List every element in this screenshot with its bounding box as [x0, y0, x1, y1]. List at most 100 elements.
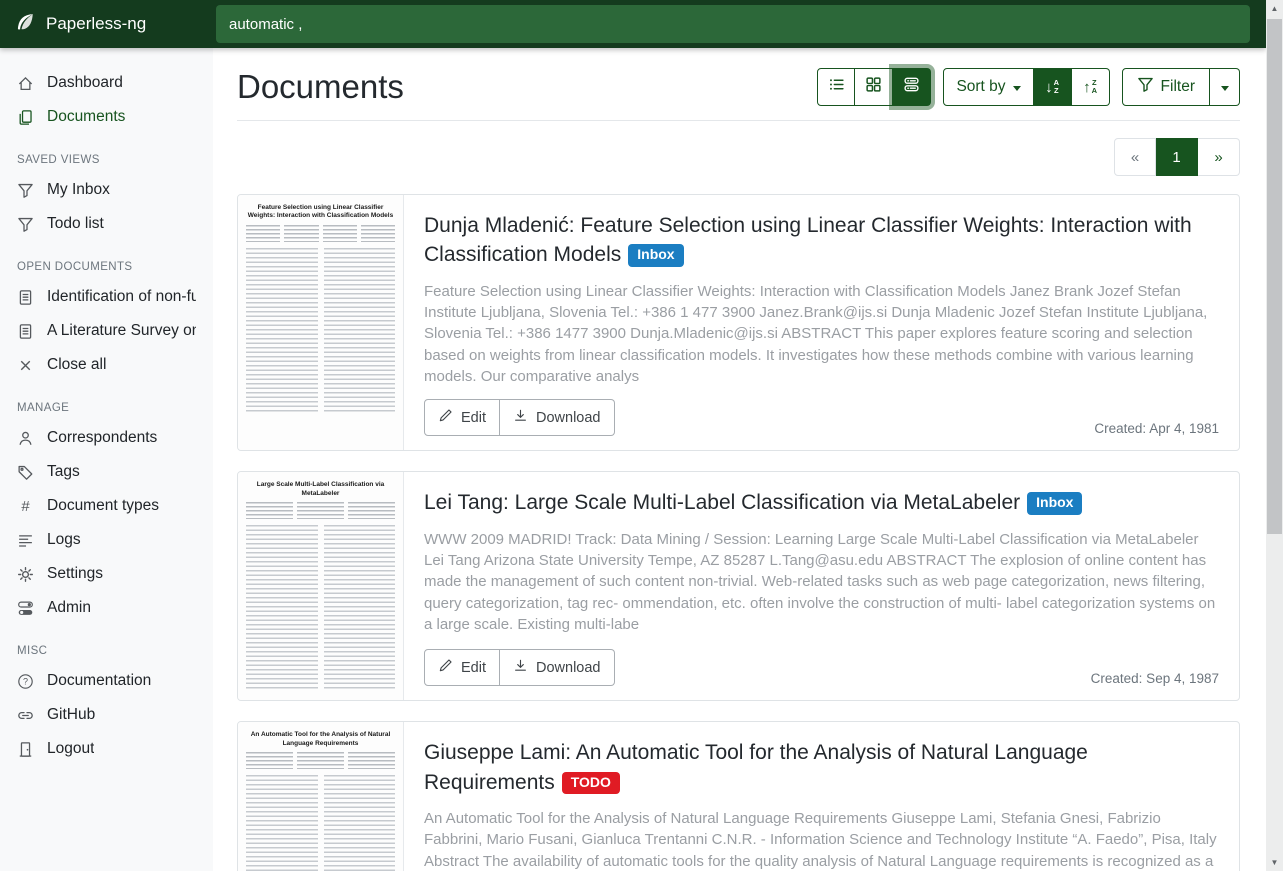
document-card: Large Scale Multi-Label Classification v… — [237, 471, 1240, 701]
thumbnail-title: Large Scale Multi-Label Classification v… — [246, 481, 395, 498]
app-brand[interactable]: Paperless-ng — [0, 0, 213, 48]
filter-button[interactable]: Filter — [1122, 68, 1210, 106]
sort-by-label: Sort by — [956, 78, 1005, 96]
tag-badge[interactable]: Inbox — [1027, 492, 1082, 514]
pencil-icon — [438, 658, 453, 677]
sidebar-item-my-inbox[interactable]: My Inbox — [0, 173, 213, 207]
document-title[interactable]: Lei Tang: Large Scale Multi-Label Classi… — [424, 491, 1020, 514]
sort-group: Sort by ↓ AZ ↑ ZA — [943, 68, 1109, 106]
detail-view-button[interactable] — [893, 68, 931, 106]
sidebar-item-admin[interactable]: Admin — [0, 591, 213, 625]
sidebar-item-close-all[interactable]: Close all — [0, 348, 213, 382]
sidebar-item-label: Identification of non-fu... — [47, 288, 196, 306]
sidebar: Dashboard Documents SAVED VIEWS My Inbox… — [0, 48, 213, 871]
thumbnail-title: Feature Selection using Linear Classifie… — [246, 204, 395, 221]
tag-badge[interactable]: Inbox — [628, 244, 683, 266]
sidebar-item-label: Tags — [47, 463, 80, 481]
main-content: Documents — [213, 48, 1266, 871]
scrollbar-thumb[interactable] — [1267, 19, 1282, 534]
sidebar-section-open-documents: OPEN DOCUMENTS — [0, 241, 213, 280]
person-icon — [17, 430, 34, 447]
edit-button[interactable]: Edit — [424, 649, 500, 686]
document-excerpt: An Automatic Tool for the Analysis of Na… — [424, 808, 1219, 871]
sidebar-item-label: A Literature Survey on ... — [47, 322, 196, 340]
header-divider — [237, 120, 1240, 121]
sidebar-item-todo-list[interactable]: Todo list — [0, 207, 213, 241]
search-input[interactable] — [216, 5, 1250, 43]
sidebar-item-documentation[interactable]: ? Documentation — [0, 664, 213, 698]
file-text-icon — [17, 323, 34, 340]
sidebar-item-document-types[interactable]: # Document types — [0, 489, 213, 523]
sidebar-item-label: Admin — [47, 599, 91, 617]
pagination-page-1-button[interactable]: 1 — [1156, 138, 1198, 176]
thumbnail-text — [246, 775, 395, 871]
pagination-next-button[interactable]: » — [1198, 138, 1240, 176]
sort-ascending-button[interactable]: ↓ AZ — [1034, 68, 1072, 106]
thumbnail-title: An Automatic Tool for the Analysis of Na… — [246, 731, 395, 748]
document-title[interactable]: Dunja Mladenić: Feature Selection using … — [424, 214, 1192, 266]
download-icon — [513, 408, 528, 427]
view-toggle-group — [817, 68, 931, 106]
sidebar-item-settings[interactable]: Settings — [0, 557, 213, 591]
document-thumbnail[interactable]: An Automatic Tool for the Analysis of Na… — [238, 722, 404, 871]
thumbnail-authors — [246, 752, 395, 769]
list-view-icon — [828, 76, 845, 98]
document-thumbnail[interactable]: Large Scale Multi-Label Classification v… — [238, 472, 404, 700]
page-title: Documents — [237, 68, 404, 106]
sidebar-item-label: Close all — [47, 356, 106, 374]
sidebar-open-doc-1[interactable]: Identification of non-fu... — [0, 280, 213, 314]
filter-group: Filter — [1122, 68, 1240, 106]
edit-button[interactable]: Edit — [424, 399, 500, 436]
sidebar-item-dashboard[interactable]: Dashboard — [0, 66, 213, 100]
download-button[interactable]: Download — [500, 399, 615, 436]
leaf-logo-icon — [15, 12, 35, 37]
sidebar-section-saved-views: SAVED VIEWS — [0, 134, 213, 173]
sidebar-item-logout[interactable]: Logout — [0, 732, 213, 766]
list-view-button[interactable] — [817, 68, 855, 106]
download-button[interactable]: Download — [500, 649, 615, 686]
gear-icon — [17, 566, 34, 583]
pencil-icon — [438, 408, 453, 427]
chevron-down-icon — [1013, 86, 1021, 91]
funnel-icon — [1137, 76, 1154, 98]
document-actions: Edit Download — [424, 649, 615, 686]
sidebar-item-label: Document types — [47, 497, 159, 515]
sort-descending-button[interactable]: ↑ ZA — [1072, 68, 1110, 106]
sidebar-item-label: Todo list — [47, 215, 104, 233]
close-icon — [17, 357, 34, 374]
created-date: Created: Apr 4, 1981 — [1094, 421, 1219, 436]
document-title[interactable]: Giuseppe Lami: An Automatic Tool for the… — [424, 741, 1088, 793]
toolbar: Sort by ↓ AZ ↑ ZA — [817, 68, 1240, 106]
tag-icon — [17, 464, 34, 481]
sidebar-item-label: Correspondents — [47, 429, 157, 447]
sidebar-section-misc: MISC — [0, 625, 213, 664]
sidebar-item-logs[interactable]: Logs — [0, 523, 213, 557]
document-card: An Automatic Tool for the Analysis of Na… — [237, 721, 1240, 871]
sidebar-item-correspondents[interactable]: Correspondents — [0, 421, 213, 455]
tag-badge[interactable]: TODO — [562, 772, 620, 794]
sort-descending-icon: ↑ ZA — [1083, 79, 1097, 95]
sidebar-item-label: Settings — [47, 565, 103, 583]
document-thumbnail[interactable]: Feature Selection using Linear Classifie… — [238, 195, 404, 450]
pagination-prev-button[interactable]: « — [1114, 138, 1156, 176]
download-icon — [513, 658, 528, 677]
thumbnail-authors — [246, 502, 395, 519]
thumbnail-text — [246, 248, 395, 413]
page-scrollbar[interactable]: ▲ ▼ — [1266, 0, 1283, 871]
sidebar-open-doc-2[interactable]: A Literature Survey on ... — [0, 314, 213, 348]
sidebar-item-tags[interactable]: Tags — [0, 455, 213, 489]
search-bar — [213, 0, 1266, 48]
sort-by-button[interactable]: Sort by — [943, 68, 1033, 106]
grid-view-button[interactable] — [855, 68, 893, 106]
document-card: Feature Selection using Linear Classifie… — [237, 194, 1240, 451]
scroll-up-icon[interactable]: ▲ — [1266, 0, 1283, 17]
sidebar-item-documents[interactable]: Documents — [0, 100, 213, 134]
filter-dropdown-button[interactable] — [1210, 68, 1240, 106]
sidebar-item-label: Documents — [47, 108, 125, 126]
sidebar-item-label: Logs — [47, 531, 81, 549]
thumbnail-authors — [246, 225, 395, 242]
sidebar-item-github[interactable]: GitHub — [0, 698, 213, 732]
sidebar-item-label: Dashboard — [47, 74, 123, 92]
scroll-down-icon[interactable]: ▼ — [1266, 854, 1283, 871]
sidebar-item-label: Documentation — [47, 672, 151, 690]
